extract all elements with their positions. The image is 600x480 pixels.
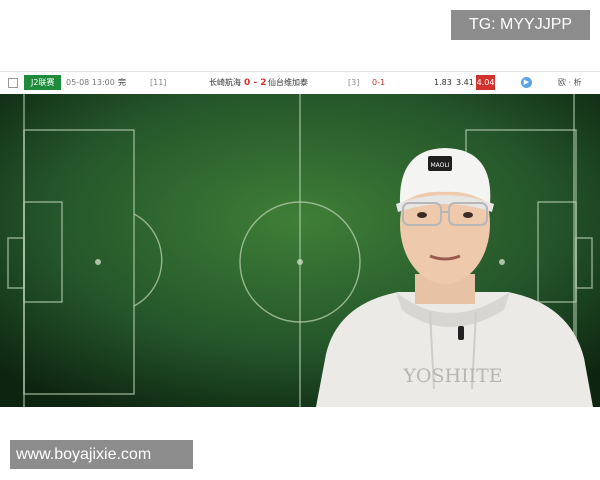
match-time: 05-08 13:00 bbox=[66, 78, 115, 87]
home-team[interactable]: 长崎航海 bbox=[209, 72, 241, 94]
away-team[interactable]: 仙台维加泰 bbox=[268, 72, 308, 94]
home-rank: [11] bbox=[150, 78, 167, 87]
odds-away: 4.04 bbox=[476, 75, 495, 90]
away-rank: [3] bbox=[348, 78, 360, 87]
league-badge[interactable]: J2联赛 bbox=[24, 75, 62, 90]
odds-home: 1.83 bbox=[434, 78, 452, 87]
hoodie-print: YOSHIITE bbox=[402, 365, 502, 387]
match-score: 0 - 2 bbox=[244, 78, 267, 88]
odds-draw: 3.41 bbox=[456, 78, 474, 87]
tv-icon[interactable]: ▶ bbox=[521, 77, 532, 88]
telegram-watermark: TG: MYYJJPP bbox=[451, 10, 590, 40]
select-checkbox[interactable] bbox=[8, 78, 18, 88]
site-watermark: www.boyajixie.com bbox=[10, 440, 193, 469]
match-status: 完 bbox=[118, 78, 126, 87]
match-row[interactable]: J2联赛 05-08 13:00 完 [11] 长崎航海 0 - 2 仙台维加泰… bbox=[0, 71, 600, 95]
video-frame[interactable]: MAOLI YOSHIITE bbox=[0, 94, 600, 407]
halftime-score: 0-1 bbox=[372, 78, 386, 87]
analysis-links[interactable]: 欧 · 析 bbox=[558, 72, 582, 94]
cap-logo: MAOLI bbox=[430, 162, 449, 169]
presenter: MAOLI YOSHIITE bbox=[316, 148, 593, 407]
